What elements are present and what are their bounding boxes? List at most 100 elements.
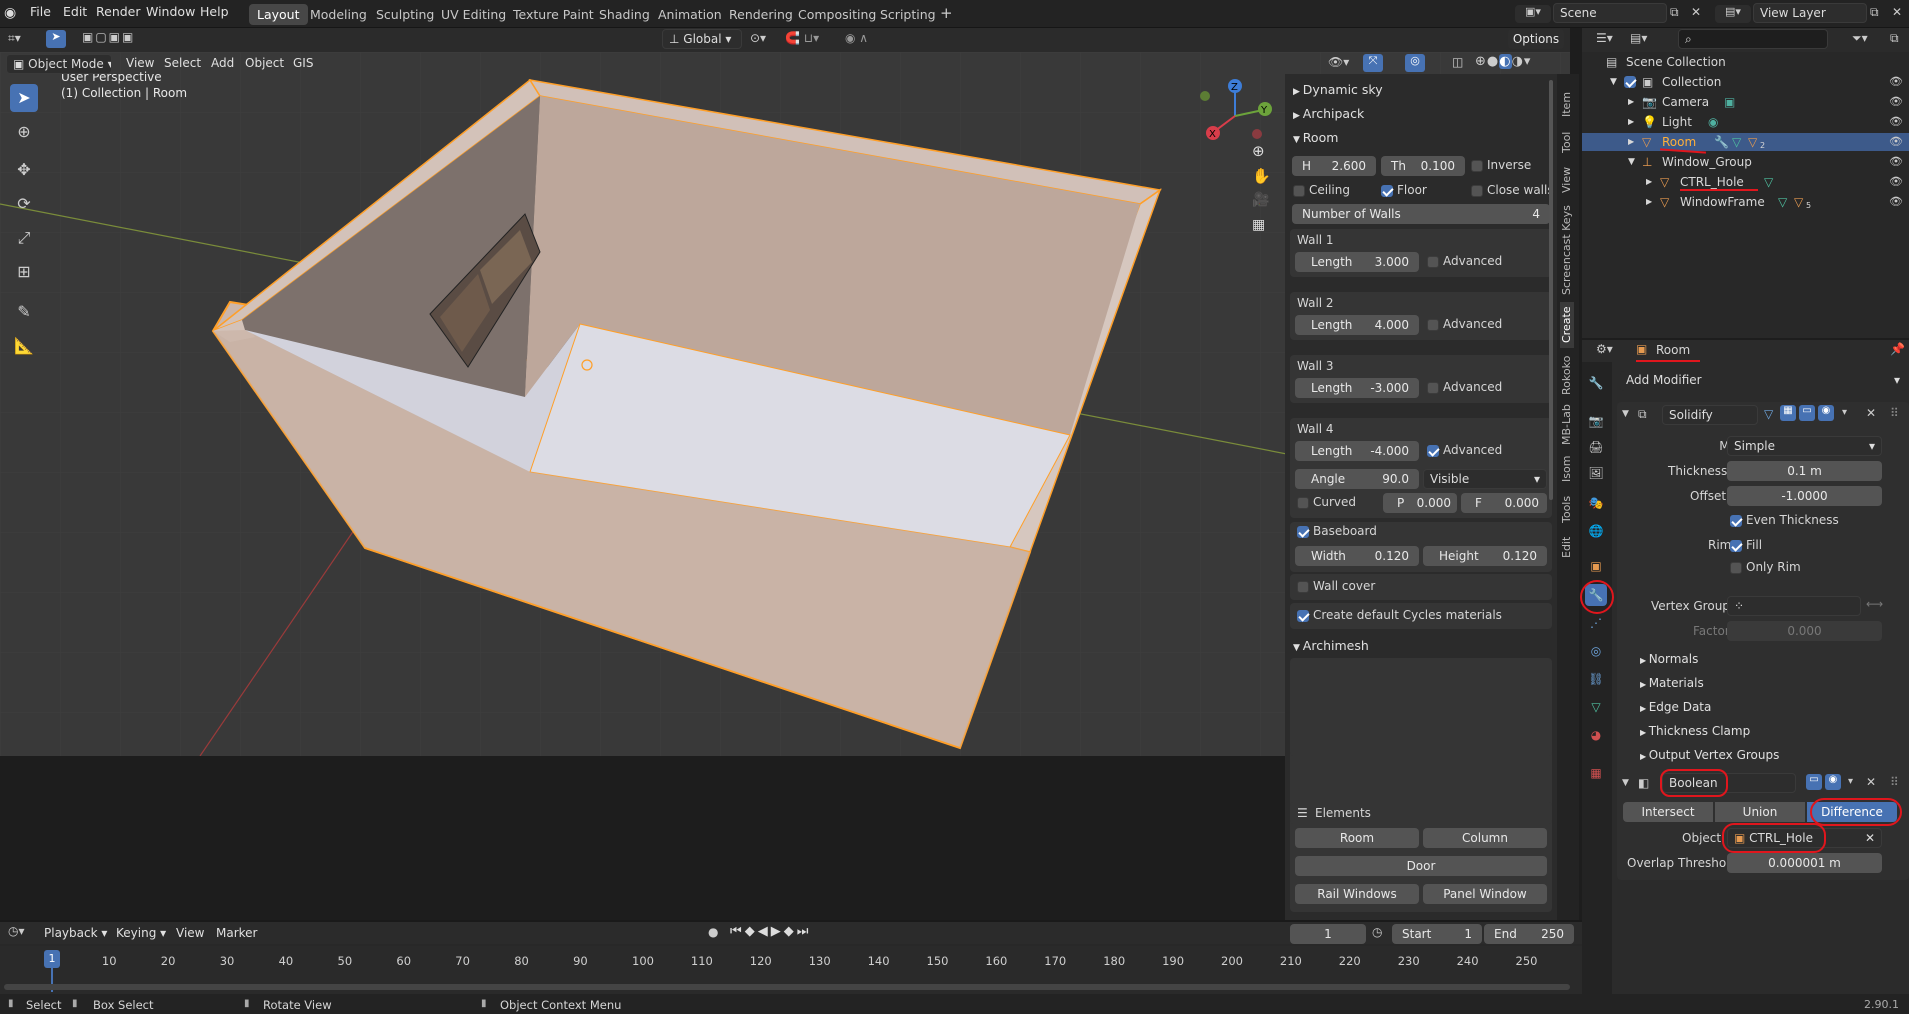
material-icon[interactable]: ▽ xyxy=(1794,193,1803,211)
eye-icon-light[interactable]: 👁 xyxy=(1889,115,1903,128)
even-thickness-checkbox[interactable] xyxy=(1730,515,1742,527)
sidebar-tab-item[interactable]: Item xyxy=(1560,86,1574,122)
world-properties-icon[interactable]: 🌐 xyxy=(1585,520,1607,542)
select-box-tool-icon[interactable]: ➤ xyxy=(10,84,38,112)
modifier-wrench-icon[interactable]: 🔧 xyxy=(1714,133,1729,151)
tab-sculpting[interactable]: Sculpting xyxy=(368,4,442,25)
data-properties-icon[interactable]: ▽ xyxy=(1585,696,1607,718)
outliner-editor-icon[interactable]: ☰▾ xyxy=(1596,31,1613,45)
tab-layout[interactable]: Layout xyxy=(249,4,308,25)
rotate-tool-icon[interactable]: ⟳ xyxy=(10,190,38,218)
outliner-row-room[interactable]: ▶ ▽ Room 🔧 ▽ ▽ 2 xyxy=(1582,133,1909,151)
eye-icon-window-group[interactable]: 👁 xyxy=(1889,155,1903,168)
texture-properties-icon[interactable]: ▦ xyxy=(1585,762,1607,784)
mode-dropdown-field[interactable]: Simple ▾ xyxy=(1727,436,1882,456)
sidebar-tab-tools[interactable]: Tools xyxy=(1560,490,1574,528)
ortho-toggle-icon[interactable]: ▦ xyxy=(1252,217,1265,233)
subpanel-edge-data[interactable]: ▶ Edge Data xyxy=(1640,700,1711,714)
new-view-layer-icon[interactable]: ⧉ xyxy=(1870,5,1879,20)
outliner-display-icon[interactable]: ▤▾ xyxy=(1630,31,1647,45)
pan-icon[interactable]: ✋ xyxy=(1252,167,1271,185)
new-collection-icon[interactable]: ⧉ xyxy=(1890,31,1899,46)
add-workspace-icon[interactable]: + xyxy=(940,4,953,22)
tab-texture-paint[interactable]: Texture Paint xyxy=(505,4,602,25)
annotate-tool-icon[interactable]: ✎ xyxy=(10,298,38,326)
constraints-properties-icon[interactable]: ⛓ xyxy=(1585,668,1607,690)
remove-modifier-icon[interactable]: ✕ xyxy=(1866,775,1876,789)
timeline-editor-icon[interactable]: ◷▾ xyxy=(8,924,25,938)
overlap-threshold-field[interactable]: 0.000001 m xyxy=(1727,853,1882,873)
snap-icon[interactable]: 🧲 ⊔▾ xyxy=(785,31,819,45)
room-element-button-2[interactable]: Room xyxy=(1295,828,1419,848)
menu-timeline-view[interactable]: View xyxy=(176,926,204,940)
current-frame-field[interactable]: 1 xyxy=(1290,924,1366,944)
scene-properties-icon[interactable]: 🎭 xyxy=(1585,492,1607,514)
on-cage-toggle-icon[interactable]: ▦ xyxy=(1780,405,1796,421)
blender-logo-icon[interactable]: ◉ xyxy=(4,5,20,21)
edit-mode-toggle-icon[interactable]: ▽ xyxy=(1764,407,1773,421)
add-modifier-dropdown[interactable]: Add Modifier ▾ xyxy=(1620,371,1906,391)
view-layer-selector-icon[interactable]: ▤▾ xyxy=(1715,5,1751,23)
particles-properties-icon[interactable]: ⋰ xyxy=(1585,612,1607,634)
tab-rendering[interactable]: Rendering xyxy=(721,4,801,25)
column-element-button[interactable]: Column xyxy=(1423,828,1547,848)
filter-icon[interactable]: ⏷▾ xyxy=(1852,31,1868,46)
timeline-scrollbar[interactable] xyxy=(4,984,1570,990)
menu-select[interactable]: Select xyxy=(164,56,201,70)
render-properties-icon[interactable]: 📷 xyxy=(1585,410,1607,432)
menu-add[interactable]: Add xyxy=(211,56,234,70)
invert-vertex-group-icon[interactable]: ⟷ xyxy=(1866,597,1883,611)
material-icon[interactable]: ▽ xyxy=(1748,133,1757,151)
tab-scripting[interactable]: Scripting xyxy=(872,4,944,25)
viewport-toggle-icon[interactable]: ▭ xyxy=(1799,405,1815,421)
drag-handle-icon[interactable]: ⠿ xyxy=(1890,406,1899,420)
drag-handle-icon[interactable]: ⠿ xyxy=(1890,775,1899,789)
outliner-row-camera[interactable]: ▶ 📷 Camera ▣ xyxy=(1582,93,1909,111)
menu-view[interactable]: View xyxy=(126,56,154,70)
menu-window[interactable]: Window xyxy=(146,4,195,19)
sidebar-tab-rokoko[interactable]: Rokoko xyxy=(1560,352,1574,398)
tab-compositing[interactable]: Compositing xyxy=(790,4,884,25)
selection-mode-icons[interactable]: ▣▢▣▣ xyxy=(82,30,135,44)
record-icon[interactable]: ● xyxy=(708,925,718,939)
zoom-icon[interactable]: ⊕ xyxy=(1252,142,1265,160)
collapse-chevron-icon[interactable]: ▼ xyxy=(1622,409,1629,419)
cursor-tool-icon[interactable]: ⊕ xyxy=(10,118,38,146)
start-frame-field[interactable]: Start 1 xyxy=(1392,924,1482,944)
modifier-menu-icon[interactable]: ▾ xyxy=(1842,407,1847,418)
physics-properties-icon[interactable]: ◎ xyxy=(1585,640,1607,662)
sidebar-tab-isom[interactable]: Isom xyxy=(1560,452,1574,486)
remove-modifier-icon[interactable]: ✕ xyxy=(1866,406,1876,420)
viewport-toggle-icon[interactable]: ▭ xyxy=(1806,774,1822,790)
sidebar-tab-create[interactable]: Create xyxy=(1560,302,1574,348)
menu-help[interactable]: Help xyxy=(200,4,229,19)
outliner-row-windowframe[interactable]: ▶ ▽ WindowFrame ▽ ▽ 5 xyxy=(1582,193,1909,211)
tool-properties-icon[interactable]: 🔧 xyxy=(1585,372,1607,394)
tab-modeling[interactable]: Modeling xyxy=(302,4,375,25)
subpanel-normals[interactable]: ▶ Normals xyxy=(1640,652,1698,666)
subpanel-output-vertex-groups[interactable]: ▶ Output Vertex Groups xyxy=(1640,748,1779,762)
menu-render[interactable]: Render xyxy=(96,4,141,19)
render-toggle-icon[interactable]: ◉ xyxy=(1825,774,1841,790)
camera-view-icon[interactable]: 🎥 xyxy=(1252,192,1269,208)
playback-controls[interactable]: ⏮◆◀▶◆⏭ xyxy=(730,924,811,939)
view-layer-field[interactable]: View Layer xyxy=(1753,3,1867,23)
menu-keying[interactable]: Keying ▾ xyxy=(116,926,166,940)
new-scene-icon[interactable]: ⧉ xyxy=(1670,5,1679,20)
subpanel-materials[interactable]: ▶ Materials xyxy=(1640,676,1704,690)
offset-field[interactable]: -1.0000 xyxy=(1727,486,1882,506)
mesh-data-icon[interactable]: ▽ xyxy=(1732,133,1741,151)
material-properties-icon[interactable]: ◕ xyxy=(1585,724,1607,746)
eye-icon-collection[interactable]: 👁 xyxy=(1889,75,1903,88)
tab-uv-editing[interactable]: UV Editing xyxy=(433,4,514,25)
menu-edit[interactable]: Edit xyxy=(63,4,87,19)
menu-object[interactable]: Object xyxy=(245,56,284,70)
eye-icon-camera[interactable]: 👁 xyxy=(1889,95,1903,108)
outliner-row-scene-collection[interactable]: ▤ Scene Collection xyxy=(1582,53,1909,71)
mesh-data-icon[interactable]: ▽ xyxy=(1778,193,1787,211)
vertex-group-field[interactable]: ⁘ xyxy=(1727,596,1861,616)
proportional-edit-icon[interactable]: ◉ ∧ xyxy=(845,31,868,45)
tab-animation[interactable]: Animation xyxy=(650,4,730,25)
clear-field-icon[interactable]: ✕ xyxy=(1865,829,1875,847)
sidebar-tab-mb-lab[interactable]: MB-Lab xyxy=(1560,402,1574,448)
